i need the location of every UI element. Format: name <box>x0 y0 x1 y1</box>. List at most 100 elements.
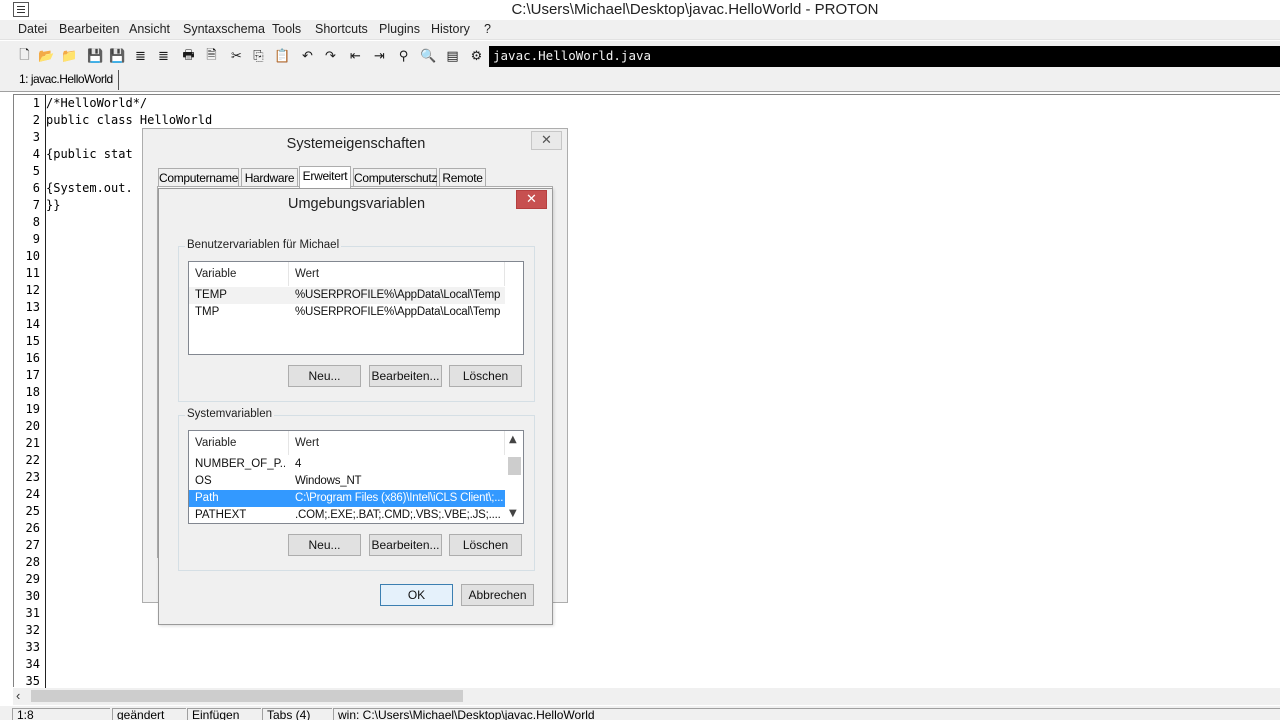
system-variables-list[interactable]: Variable Wert NUMBER_OF_P... 4 OS Window… <box>188 430 524 524</box>
line-number: 9 <box>32 232 40 246</box>
close-icon[interactable]: ✕ <box>531 131 562 150</box>
line-number: 17 <box>25 368 40 382</box>
menu-plugins[interactable]: Plugins <box>379 22 420 36</box>
line-number: 10 <box>25 249 40 263</box>
code-line[interactable]: public class HelloWorld <box>46 112 212 129</box>
menu-syntaxschema[interactable]: Syntaxschema <box>183 22 265 36</box>
tab-javac-helloworld[interactable]: 1: javac.HelloWorld <box>14 70 119 90</box>
cancel-button[interactable]: Abbrechen <box>461 584 534 606</box>
paste-icon[interactable]: 📋 <box>274 48 291 65</box>
line-number: 22 <box>25 453 40 467</box>
user-new-button[interactable]: Neu... <box>288 365 361 387</box>
user-variables-label: Benutzervariablen für Michael <box>185 239 342 251</box>
list-item[interactable]: OS Windows_NT <box>189 473 505 490</box>
save-all-icon[interactable]: 💾 <box>109 48 126 65</box>
line-number: 19 <box>25 402 40 416</box>
tab-computername[interactable]: Computername <box>158 168 239 187</box>
close-icon[interactable]: ✕ <box>516 190 547 209</box>
tab-computerschutz[interactable]: Computerschutz <box>353 168 437 187</box>
undo-icon[interactable]: ↶ <box>299 48 316 65</box>
column-variable[interactable]: Variable <box>189 431 289 455</box>
line-number: 2 <box>32 113 40 127</box>
indent-icon[interactable]: ⇥ <box>371 48 388 65</box>
column-wert[interactable]: Wert <box>289 431 505 455</box>
outdent-icon[interactable]: ⇤ <box>347 48 364 65</box>
column-variable[interactable]: Variable <box>189 262 289 286</box>
line-number: 5 <box>32 164 40 178</box>
user-variables-list[interactable]: Variable Wert TEMP %USERPROFILE%\AppData… <box>188 261 524 355</box>
tab-remote[interactable]: Remote <box>439 168 486 187</box>
run-icon[interactable]: ⚙ <box>468 48 485 65</box>
macro-icon[interactable]: ▤ <box>444 48 461 65</box>
list-item[interactable]: TEMP %USERPROFILE%\AppData\Local\Temp <box>189 287 505 304</box>
line-number: 4 <box>32 147 40 161</box>
system-new-button[interactable]: Neu... <box>288 534 361 556</box>
horizontal-scrollbar[interactable]: ‹ <box>13 688 1280 705</box>
line-number: 20 <box>25 419 40 433</box>
system-delete-button[interactable]: Löschen <box>449 534 522 556</box>
line-number: 24 <box>25 487 40 501</box>
user-delete-button[interactable]: Löschen <box>449 365 522 387</box>
menu-tools[interactable]: Tools <box>272 22 301 36</box>
scroll-thumb[interactable] <box>31 690 463 702</box>
find-icon[interactable]: ⚲ <box>395 48 412 65</box>
open-file-icon[interactable]: 📂 <box>38 48 55 65</box>
line-number: 7 <box>32 198 40 212</box>
scroll-thumb[interactable] <box>508 457 521 475</box>
menu-ansicht[interactable]: Ansicht <box>129 22 170 36</box>
scroll-up-icon[interactable]: ▲ <box>509 434 517 445</box>
file-name-field[interactable]: javac.HelloWorld.java <box>489 46 1280 67</box>
line-number: 13 <box>25 300 40 314</box>
title-bar: C:\Users\Michael\Desktop\javac.HelloWorl… <box>0 0 1280 20</box>
document-tab-bar: 1: javac.HelloWorld <box>0 70 1280 92</box>
code-line[interactable]: }} <box>46 197 60 214</box>
line-number: 29 <box>25 572 40 586</box>
status-position: 1:8 <box>12 708 110 720</box>
tab-hardware[interactable]: Hardware <box>241 168 298 187</box>
line-number: 15 <box>25 334 40 348</box>
scroll-left-icon[interactable]: ‹ <box>16 688 20 703</box>
menu-shortcuts[interactable]: Shortcuts <box>315 22 368 36</box>
line-number: 25 <box>25 504 40 518</box>
user-edit-button[interactable]: Bearbeiten... <box>369 365 442 387</box>
line-number: 6 <box>32 181 40 195</box>
column-wert[interactable]: Wert <box>289 262 505 286</box>
vertical-scrollbar[interactable]: ▲ ▼ <box>506 431 523 523</box>
list-item[interactable]: TMP %USERPROFILE%\AppData\Local\Temp <box>189 304 505 321</box>
list-item[interactable]: PATHEXT .COM;.EXE;.BAT;.CMD;.VBS;.VBE;.J… <box>189 507 505 523</box>
menu-bearbeiten[interactable]: Bearbeiten <box>59 22 119 36</box>
list-item[interactable]: NUMBER_OF_P... 4 <box>189 456 505 473</box>
cut-lines-icon[interactable]: ≣ <box>132 48 149 65</box>
line-number: 18 <box>25 385 40 399</box>
code-line[interactable]: {System.out. <box>46 180 133 197</box>
cut-icon[interactable]: ✂ <box>228 48 245 65</box>
print-preview-icon[interactable]: 🗎 <box>203 48 220 65</box>
code-line[interactable]: {public stat <box>46 146 133 163</box>
line-number-gutter: 1 2 3 4 5 6 7 8 9 10 11 12 13 14 15 16 17 18 19 20 21 22 23 24 2… <box>14 95 46 688</box>
status-bar: 1:8 geändert Einfügen Tabs (4) win: C:\U… <box>0 706 1280 720</box>
new-file-icon[interactable]: 🗋 <box>16 48 33 65</box>
menu-history[interactable]: History <box>431 22 470 36</box>
tab-erweitert[interactable]: Erweitert <box>299 166 351 188</box>
code-line[interactable]: /*HelloWorld*/ <box>46 95 147 112</box>
open-folder-icon[interactable]: 📁 <box>61 48 78 65</box>
line-number: 30 <box>25 589 40 603</box>
status-path: win: C:\Users\Michael\Desktop\javac.Hell… <box>333 708 1280 720</box>
menu-datei[interactable]: Datei <box>18 22 47 36</box>
search-icon[interactable]: 🔍 <box>420 48 437 65</box>
line-number: 27 <box>25 538 40 552</box>
system-edit-button[interactable]: Bearbeiten... <box>369 534 442 556</box>
line-number: 28 <box>25 555 40 569</box>
save-icon[interactable]: 💾 <box>87 48 104 65</box>
line-number: 34 <box>25 657 40 671</box>
paste-lines-icon[interactable]: ≣ <box>155 48 172 65</box>
line-number: 32 <box>25 623 40 637</box>
ok-button[interactable]: OK <box>380 584 453 606</box>
line-number: 1 <box>32 96 40 110</box>
scroll-down-icon[interactable]: ▼ <box>509 508 517 519</box>
menu-help[interactable]: ? <box>484 22 491 36</box>
copy-icon[interactable]: ⎘ <box>250 48 267 65</box>
redo-icon[interactable]: ↷ <box>322 48 339 65</box>
list-item-selected[interactable]: Path C:\Program Files (x86)\Intel\iCLS C… <box>189 490 505 507</box>
print-icon[interactable]: 🖶 <box>180 48 197 65</box>
